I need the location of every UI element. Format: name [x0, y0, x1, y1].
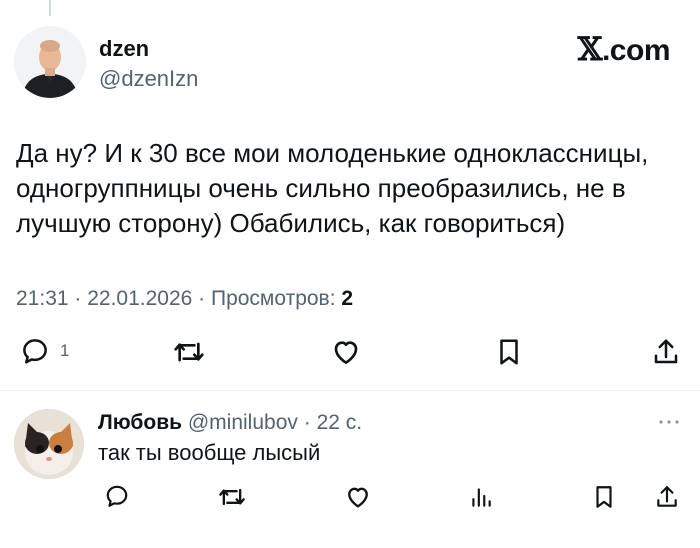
- main-tweet: dzen @dzenIzn 𝕏.com Да ну? И к 30 все мо…: [0, 0, 700, 390]
- tweet-text: Да ну? И к 30 все мои молоденькие однокл…: [16, 138, 649, 238]
- x-brand-mark: 𝕏: [577, 30, 603, 68]
- retweet-button[interactable]: [173, 336, 205, 368]
- x-logo: 𝕏.com: [577, 30, 671, 68]
- bookmark-icon: [596, 486, 612, 508]
- reply-avatar[interactable]: [14, 409, 84, 479]
- like-icon: [348, 487, 368, 508]
- timestamp[interactable]: 21:31 · 22.01.2026 · Просмотров:: [16, 287, 341, 310]
- tweet-meta: 21:31 · 22.01.2026 · Просмотров: 2: [16, 287, 353, 311]
- more-icon[interactable]: [658, 418, 680, 426]
- reply-analytics-button[interactable]: [468, 483, 494, 511]
- bookmark-icon: [500, 339, 518, 365]
- analytics-icon: [472, 488, 491, 507]
- share-icon: [654, 339, 678, 364]
- reply-icon: [106, 485, 128, 507]
- reply-like-button[interactable]: [344, 483, 372, 511]
- reply-author-handle[interactable]: @minilubov: [188, 411, 298, 434]
- views-count: 2: [341, 287, 354, 310]
- like-button[interactable]: [330, 336, 362, 368]
- reply-share-button[interactable]: [654, 483, 680, 511]
- reply-tweet: Любовь @minilubov · 22 с. так ты вообще …: [0, 391, 700, 548]
- author-avatar[interactable]: [14, 26, 86, 98]
- like-icon: [334, 341, 358, 364]
- reply-text: так ты вообще лысый: [98, 440, 321, 465]
- bookmark-button[interactable]: [494, 336, 524, 368]
- retweet-icon: [174, 342, 204, 362]
- share-icon: [657, 486, 677, 507]
- brand-suffix: .com: [601, 34, 671, 67]
- tweet-actions: 1: [0, 336, 700, 376]
- author-handle[interactable]: @dzenIzn: [99, 66, 198, 92]
- separator: ·: [297, 411, 317, 434]
- reply-count: 1: [60, 341, 70, 360]
- share-button[interactable]: [651, 336, 681, 368]
- reply-icon: [23, 339, 47, 364]
- reply-button[interactable]: 1: [20, 336, 69, 366]
- reply-actions: [0, 483, 700, 515]
- reply-reply-button[interactable]: [104, 483, 130, 509]
- author-name[interactable]: dzen: [99, 36, 149, 62]
- reply-bookmark-button[interactable]: [591, 483, 617, 511]
- retweet-icon: [219, 488, 245, 506]
- reply-time[interactable]: 22 с.: [317, 411, 363, 434]
- reply-retweet-button[interactable]: [218, 483, 246, 511]
- reply-header: Любовь @minilubov · 22 с.: [98, 411, 362, 435]
- reply-author-name[interactable]: Любовь: [98, 411, 182, 434]
